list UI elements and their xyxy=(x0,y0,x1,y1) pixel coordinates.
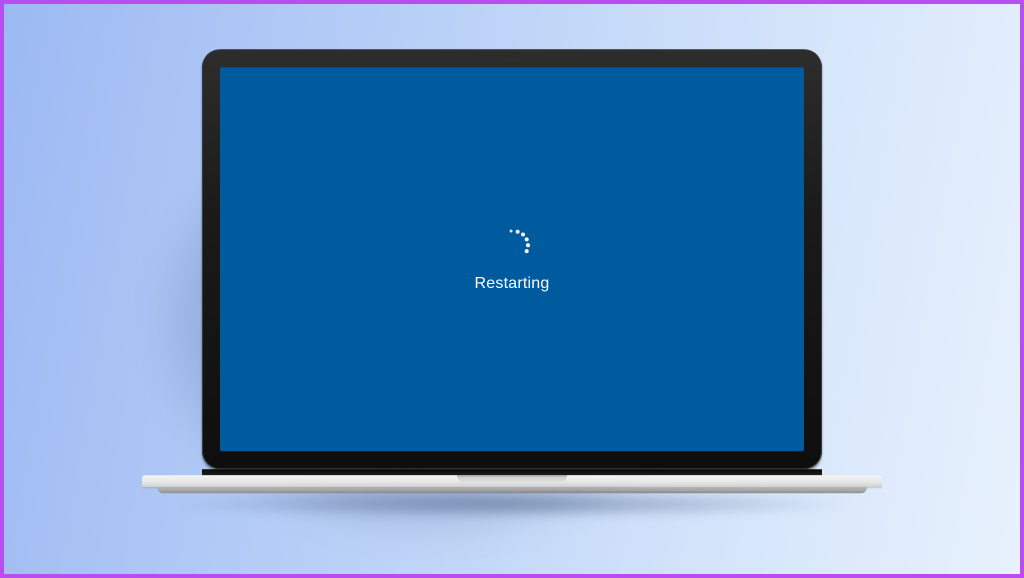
windows-restart-screen: Restarting xyxy=(220,67,804,451)
laptop-lid: Restarting xyxy=(202,49,822,469)
laptop-base-top xyxy=(142,475,882,487)
laptop-device: Restarting xyxy=(202,49,822,493)
webcam-dot xyxy=(510,57,515,62)
laptop-foot-shadow xyxy=(162,489,862,519)
restart-status-text: Restarting xyxy=(475,275,550,293)
laptop-base xyxy=(142,475,882,493)
loading-spinner-icon xyxy=(494,225,530,261)
trackpad-notch xyxy=(457,475,567,482)
image-frame: Restarting xyxy=(0,0,1024,578)
